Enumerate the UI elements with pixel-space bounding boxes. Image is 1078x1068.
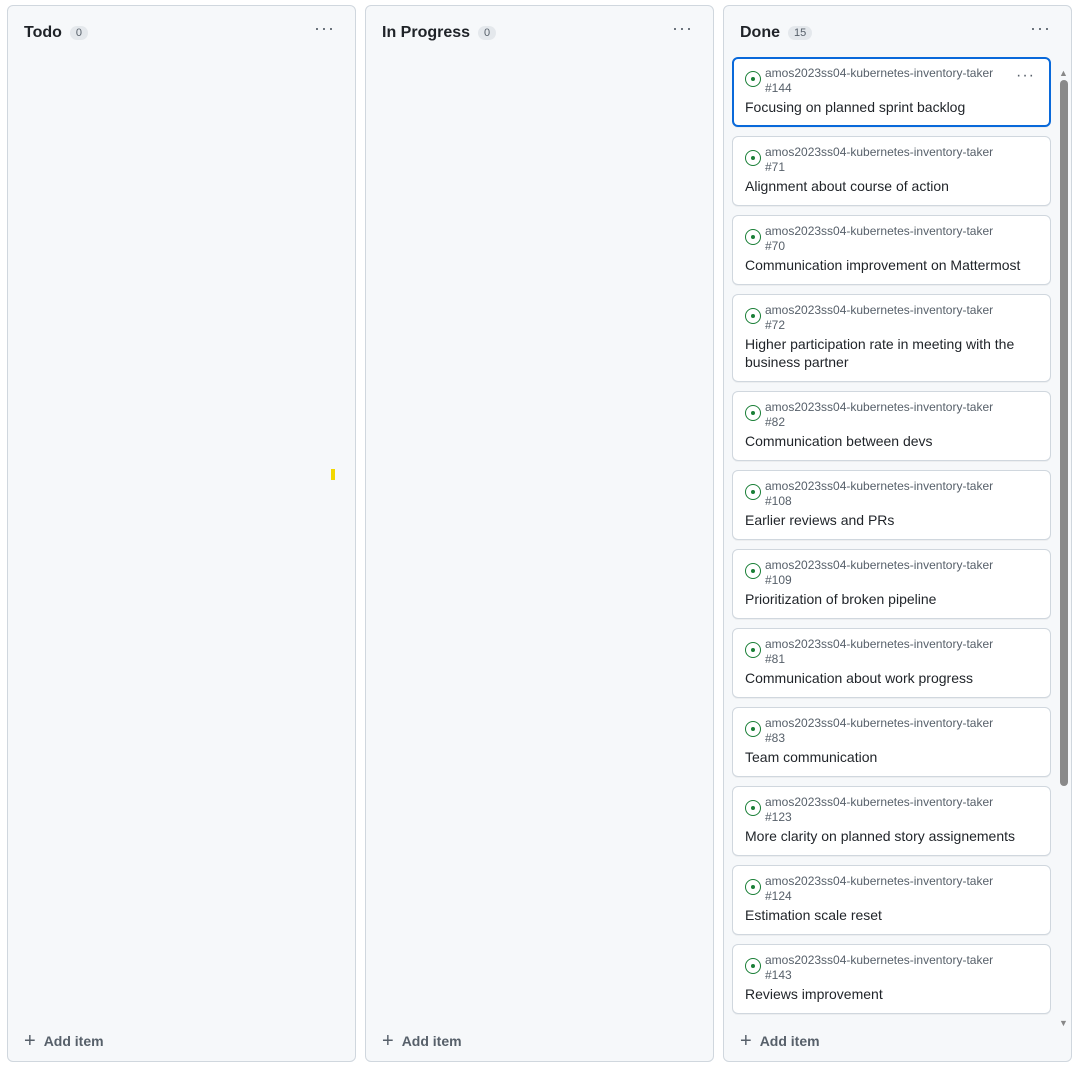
issue-repo[interactable]: amos2023ss04-kubernetes-inventory-taker bbox=[765, 66, 993, 81]
scrollbar[interactable]: ▲ ▼ bbox=[1058, 68, 1068, 1028]
issue-card[interactable]: amos2023ss04-kubernetes-inventory-taker #… bbox=[732, 707, 1051, 777]
column-todo: Todo 0 ··· + Add item bbox=[7, 5, 356, 1062]
issue-title[interactable]: Higher participation rate in meeting wit… bbox=[745, 335, 1038, 371]
issue-title[interactable]: Team communication bbox=[745, 748, 1038, 766]
open-issue-icon bbox=[745, 308, 761, 324]
issue-card[interactable]: amos2023ss04-kubernetes-inventory-taker #… bbox=[732, 944, 1051, 1014]
column-title: In Progress bbox=[382, 24, 471, 41]
issue-number: #72 bbox=[765, 318, 786, 332]
scroll-down-icon[interactable]: ▼ bbox=[1059, 1018, 1068, 1028]
issue-card[interactable]: amos2023ss04-kubernetes-inventory-taker #… bbox=[732, 470, 1051, 540]
column-done: Done 15 ··· amos2023ss04-kubernetes-inven… bbox=[723, 5, 1072, 1062]
open-issue-icon bbox=[745, 642, 761, 658]
issue-number: #82 bbox=[765, 415, 786, 429]
card-list: amos2023ss04-kubernetes-inventory-taker #… bbox=[732, 57, 1051, 1023]
add-item-label: Add item bbox=[401, 1033, 462, 1049]
column-menu-button[interactable]: ··· bbox=[314, 18, 335, 39]
column-in-progress: In Progress 0 ··· + Add item bbox=[365, 5, 714, 1062]
issue-number: #71 bbox=[765, 160, 786, 174]
issue-number: #124 bbox=[765, 889, 792, 903]
issue-card[interactable]: amos2023ss04-kubernetes-inventory-taker #… bbox=[732, 628, 1051, 698]
issue-title[interactable]: Communication improvement on Mattermost bbox=[745, 256, 1038, 274]
add-item-label: Add item bbox=[759, 1033, 820, 1049]
issue-title[interactable]: Communication between devs bbox=[745, 432, 1038, 450]
issue-number: #143 bbox=[765, 968, 792, 982]
issue-card[interactable]: amos2023ss04-kubernetes-inventory-taker #… bbox=[732, 294, 1051, 382]
issue-number: #83 bbox=[765, 731, 786, 745]
issue-number: #70 bbox=[765, 239, 786, 253]
issue-card[interactable]: amos2023ss04-kubernetes-inventory-taker #… bbox=[732, 549, 1051, 619]
plus-icon: + bbox=[24, 1030, 36, 1052]
issue-title[interactable]: Alignment about course of action bbox=[745, 177, 1038, 195]
issue-repo[interactable]: amos2023ss04-kubernetes-inventory-taker bbox=[765, 145, 993, 160]
open-issue-icon bbox=[745, 405, 761, 421]
issue-repo[interactable]: amos2023ss04-kubernetes-inventory-taker bbox=[765, 795, 993, 810]
issue-title[interactable]: Communication about work progress bbox=[745, 669, 1038, 687]
issue-repo[interactable]: amos2023ss04-kubernetes-inventory-taker bbox=[765, 558, 993, 573]
add-item-button[interactable]: + Add item bbox=[24, 1031, 104, 1051]
issue-number: #144 bbox=[765, 81, 792, 95]
issue-title[interactable]: Estimation scale reset bbox=[745, 906, 1038, 924]
scroll-up-icon[interactable]: ▲ bbox=[1059, 68, 1068, 78]
issue-title[interactable]: More clarity on planned story assignemen… bbox=[745, 827, 1038, 845]
open-issue-icon bbox=[745, 563, 761, 579]
item-count: 0 bbox=[478, 26, 497, 40]
scrollbar-thumb[interactable] bbox=[1060, 80, 1068, 786]
column-title: Done bbox=[740, 24, 780, 41]
issue-repo[interactable]: amos2023ss04-kubernetes-inventory-taker bbox=[765, 224, 993, 239]
open-issue-icon bbox=[745, 958, 761, 974]
plus-icon: + bbox=[382, 1030, 394, 1052]
issue-repo[interactable]: amos2023ss04-kubernetes-inventory-taker bbox=[765, 716, 993, 731]
issue-title[interactable]: Focusing on planned sprint backlog bbox=[745, 98, 1038, 116]
card-menu-button[interactable]: ··· bbox=[1016, 67, 1035, 85]
item-count: 15 bbox=[788, 26, 813, 40]
open-issue-icon bbox=[745, 800, 761, 816]
issue-repo[interactable]: amos2023ss04-kubernetes-inventory-taker bbox=[765, 303, 993, 318]
open-issue-icon bbox=[745, 229, 761, 245]
open-issue-icon bbox=[745, 879, 761, 895]
issue-number: #109 bbox=[765, 573, 792, 587]
column-menu-button[interactable]: ··· bbox=[672, 18, 693, 39]
issue-card[interactable]: amos2023ss04-kubernetes-inventory-taker #… bbox=[732, 57, 1051, 127]
issue-number: #123 bbox=[765, 810, 792, 824]
add-item-label: Add item bbox=[43, 1033, 104, 1049]
issue-repo[interactable]: amos2023ss04-kubernetes-inventory-taker bbox=[765, 400, 993, 415]
issue-number: #108 bbox=[765, 494, 792, 508]
column-title: Todo bbox=[24, 24, 62, 41]
issue-repo[interactable]: amos2023ss04-kubernetes-inventory-taker bbox=[765, 874, 993, 889]
issue-title[interactable]: Earlier reviews and PRs bbox=[745, 511, 1038, 529]
plus-icon: + bbox=[740, 1030, 752, 1052]
open-issue-icon bbox=[745, 484, 761, 500]
open-issue-icon bbox=[745, 71, 761, 87]
open-issue-icon bbox=[745, 721, 761, 737]
add-item-button[interactable]: + Add item bbox=[740, 1031, 820, 1051]
issue-card[interactable]: amos2023ss04-kubernetes-inventory-taker #… bbox=[732, 786, 1051, 856]
issue-card[interactable]: amos2023ss04-kubernetes-inventory-taker #… bbox=[732, 136, 1051, 206]
open-issue-icon bbox=[745, 150, 761, 166]
cursor-marker bbox=[331, 469, 335, 480]
issue-number: #81 bbox=[765, 652, 786, 666]
issue-repo[interactable]: amos2023ss04-kubernetes-inventory-taker bbox=[765, 953, 993, 968]
item-count: 0 bbox=[69, 26, 89, 40]
column-menu-button[interactable]: ··· bbox=[1030, 18, 1051, 39]
issue-repo[interactable]: amos2023ss04-kubernetes-inventory-taker bbox=[765, 637, 993, 652]
issue-title[interactable]: Reviews improvement bbox=[745, 985, 1038, 1003]
issue-title[interactable]: Prioritization of broken pipeline bbox=[745, 590, 1038, 608]
add-item-button[interactable]: + Add item bbox=[382, 1031, 462, 1051]
issue-card[interactable]: amos2023ss04-kubernetes-inventory-taker #… bbox=[732, 391, 1051, 461]
issue-repo[interactable]: amos2023ss04-kubernetes-inventory-taker bbox=[765, 479, 993, 494]
issue-card[interactable]: amos2023ss04-kubernetes-inventory-taker #… bbox=[732, 215, 1051, 285]
issue-card[interactable]: amos2023ss04-kubernetes-inventory-taker #… bbox=[732, 865, 1051, 935]
